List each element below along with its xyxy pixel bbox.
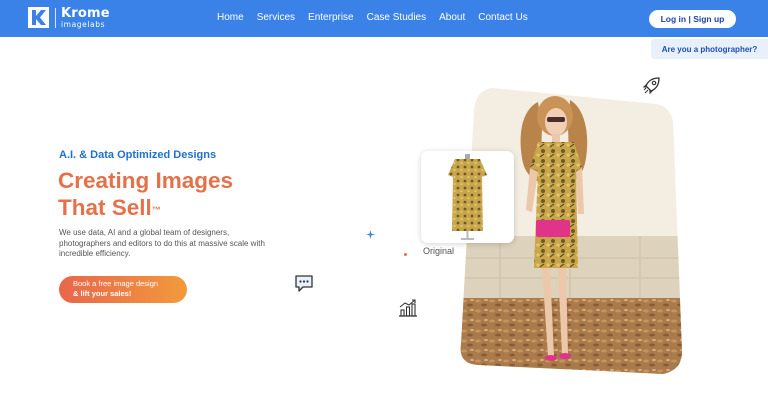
nav-case-studies[interactable]: Case Studies [367,12,426,23]
hero-tagline: A.I. & Data Optimized Designs [59,149,217,161]
original-label: Original [423,246,455,256]
nav-enterprise[interactable]: Enterprise [308,12,354,23]
chat-bubble-icon [295,275,313,292]
hero-headline: Creating Images That Sell™ [58,167,233,221]
mannequin-dress-image [421,151,514,243]
original-thumbnail-card [421,151,514,243]
photographer-button[interactable]: Are you a photographer? [651,39,768,59]
trademark-symbol: ™ [151,205,161,215]
growth-chart-icon [399,299,417,317]
book-design-button[interactable]: Book a free image design & lift your sal… [59,276,187,303]
cta-line-2: & lift your sales! [73,289,132,298]
headline-line-2: That Sell [58,195,152,220]
nav-services[interactable]: Services [257,12,295,23]
accent-dot [404,253,407,256]
brand-sub: imagelabs [61,20,106,29]
site-header: Krome imagelabs Home Services Enterprise… [0,0,768,37]
brand-name: Krome [61,6,110,21]
logo-divider [55,7,56,28]
krome-logo-icon [28,7,49,29]
login-signup-button[interactable]: Log in | Sign up [649,10,736,28]
nav-home[interactable]: Home [217,12,244,23]
nav-contact-us[interactable]: Contact Us [478,12,527,23]
sparkle-icon [366,230,375,239]
hero-description: We use data, AI and a global team of des… [59,228,265,258]
cta-line-1: Book a free image design [73,279,159,288]
nav-about[interactable]: About [439,12,465,23]
main-nav: Home Services Enterprise Case Studies Ab… [217,12,541,23]
brand-logo[interactable]: Krome imagelabs [28,7,110,29]
headline-line-1: Creating Images [58,168,234,193]
